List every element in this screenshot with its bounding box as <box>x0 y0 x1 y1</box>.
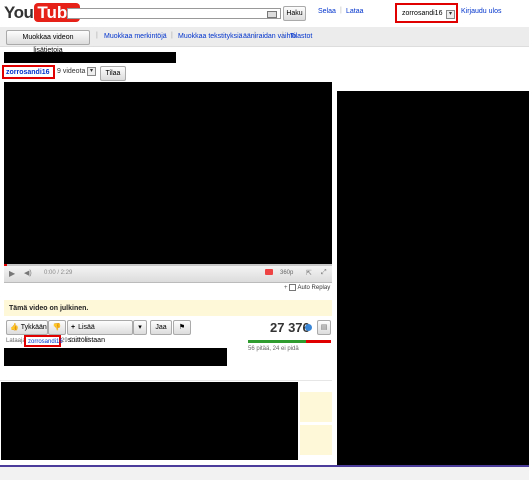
dislike-button[interactable]: 👎 <box>48 320 66 335</box>
video-player[interactable] <box>4 82 332 264</box>
video-count-arrow-icon[interactable]: ▾ <box>87 67 96 76</box>
thumbs-down-icon: 👎 <box>52 324 62 331</box>
edit-captions-link[interactable]: Muokkaa tekstityksiä <box>178 33 243 40</box>
flag-button[interactable]: ⚑ <box>173 320 191 335</box>
toolbar-separator: | <box>282 32 284 39</box>
view-stats-icon[interactable] <box>305 324 312 331</box>
toolbar-separator: | <box>171 32 173 39</box>
toolbar-separator: | <box>96 32 98 39</box>
uploader-name-box[interactable]: zorrosandi16 <box>24 335 63 347</box>
public-notice: Tämä video on julkinen. <box>4 300 332 316</box>
upload-date: 29.01.2011 <box>61 338 91 344</box>
subscribe-button[interactable]: Tilaa <box>100 66 126 81</box>
username[interactable]: zorrosandi16 <box>402 10 442 17</box>
audio-swap-link[interactable]: ääniraidan vaihto <box>243 33 296 40</box>
like-button[interactable]: 👍 Tykkään <box>6 320 48 335</box>
volume-icon[interactable]: ◀) <box>24 269 32 277</box>
auto-replay-option[interactable]: + Auto Replay <box>284 284 330 291</box>
user-menu-arrow-icon[interactable]: ▾ <box>446 10 455 19</box>
rating-text: 56 pitää, 24 ei pidä <box>248 346 299 352</box>
search-button[interactable]: Haku <box>283 6 306 21</box>
playlist-menu-button[interactable]: ▾ <box>133 320 147 335</box>
view-count: 27 376 <box>270 320 310 335</box>
plus-icon: + <box>71 324 76 331</box>
lower-panel-divider <box>0 380 332 381</box>
edit-video-info-button[interactable]: Muokkaa videon lisätietoja <box>6 30 90 54</box>
flag-icon: ⚑ <box>178 324 186 331</box>
video-title-redacted <box>4 52 176 63</box>
rating-bar-likes <box>248 340 307 343</box>
fullscreen-icon[interactable]: ⤢ <box>321 269 327 277</box>
video-count: 9 videota <box>57 68 86 75</box>
player-controls: ▶ ◀) 0:00 / 2:29 360p ⇱ ⤢ <box>4 264 332 283</box>
annotations-icon[interactable] <box>265 269 273 275</box>
page-bottom-shade <box>0 467 529 480</box>
quality-selector[interactable]: 360p <box>280 270 293 276</box>
popout-icon[interactable]: ⇱ <box>306 269 312 277</box>
uploader-label: Lataaja <box>6 338 26 344</box>
plus-icon: + <box>284 285 288 292</box>
progress-bar[interactable] <box>4 264 332 266</box>
search-input[interactable] <box>67 8 281 19</box>
like-label: Tykkään <box>20 324 47 331</box>
user-menu[interactable]: zorrosandi16 ▾ <box>395 3 458 23</box>
public-notice-text: Tämä video on julkinen. <box>9 305 89 312</box>
chevron-down-icon: ▾ <box>138 324 142 331</box>
rating-bar <box>248 340 331 343</box>
add-to-playlist-button[interactable]: + Lisää soittolistaan <box>67 320 133 344</box>
nav-browse-link[interactable]: Selaa <box>318 8 336 15</box>
statistics-link[interactable]: Tilastot <box>290 33 312 40</box>
owner-toolbar: Muokkaa videon lisätietoja | Muokkaa mer… <box>0 27 529 54</box>
stats-icon: ▤ <box>320 324 328 331</box>
auto-replay-checkbox[interactable] <box>289 284 297 291</box>
logo-you-text: You <box>4 3 34 22</box>
nav-upload-link[interactable]: Lataa <box>346 8 364 15</box>
related-videos-redacted <box>337 91 529 465</box>
lower-panel-yellow <box>300 392 332 422</box>
edit-tags-link[interactable]: Muokkaa merkintöjä <box>104 33 167 40</box>
description-redacted <box>4 348 227 366</box>
logout-link[interactable]: Kirjaudu ulos <box>461 8 501 15</box>
play-icon[interactable]: ▶ <box>9 269 15 278</box>
keyboard-icon[interactable] <box>267 11 277 18</box>
lower-panel-yellow-2 <box>300 425 332 455</box>
player-time: 0:00 / 2:29 <box>44 270 73 276</box>
progress-fill <box>4 264 7 266</box>
thumbs-up-icon: 👍 <box>10 324 19 331</box>
stats-button[interactable]: ▤ <box>317 320 331 335</box>
share-button[interactable]: Jaa <box>150 320 172 335</box>
nav-separator: | <box>340 7 342 14</box>
channel-name[interactable]: zorrosandi16 <box>6 69 50 76</box>
auto-replay-label: Auto Replay <box>297 285 331 292</box>
uploader-name[interactable]: zorrosandi16 <box>28 339 63 345</box>
comments-redacted <box>1 382 298 460</box>
channel-name-box[interactable]: zorrosandi16 <box>2 65 55 79</box>
